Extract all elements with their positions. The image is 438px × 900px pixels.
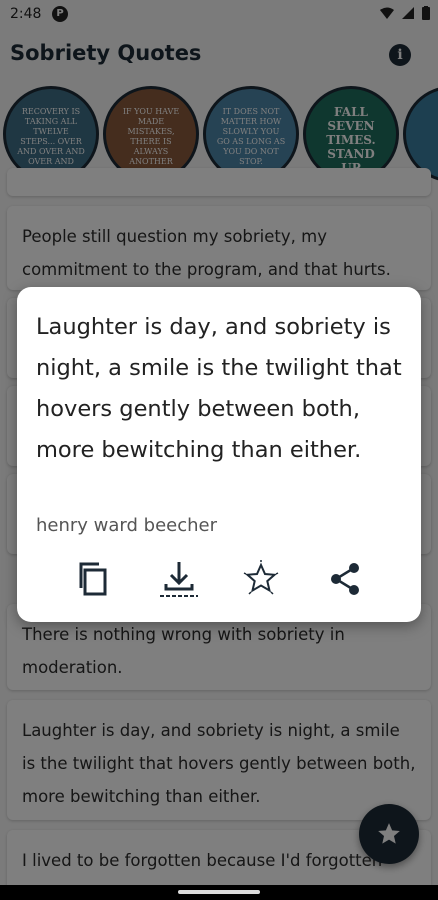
favorite-button[interactable]	[241, 559, 281, 599]
dialog-actions	[17, 549, 421, 609]
download-icon	[160, 562, 198, 597]
copy-button[interactable]	[73, 559, 113, 599]
share-button[interactable]	[325, 559, 365, 599]
favorite-star-icon	[243, 560, 279, 595]
share-icon	[331, 563, 359, 595]
app-screen: 2:48 P Sobriety Quotes i RECOVERY IS TAK…	[0, 0, 438, 885]
dialog-author: henry ward beecher	[36, 515, 218, 536]
copy-icon	[79, 562, 107, 596]
quote-dialog: Laughter is day, and sobriety is night, …	[17, 287, 421, 622]
home-handle[interactable]	[178, 890, 260, 894]
system-nav-bar	[0, 885, 438, 900]
download-button[interactable]	[157, 559, 201, 599]
dialog-quote-text: Laughter is day, and sobriety is night, …	[36, 314, 402, 463]
